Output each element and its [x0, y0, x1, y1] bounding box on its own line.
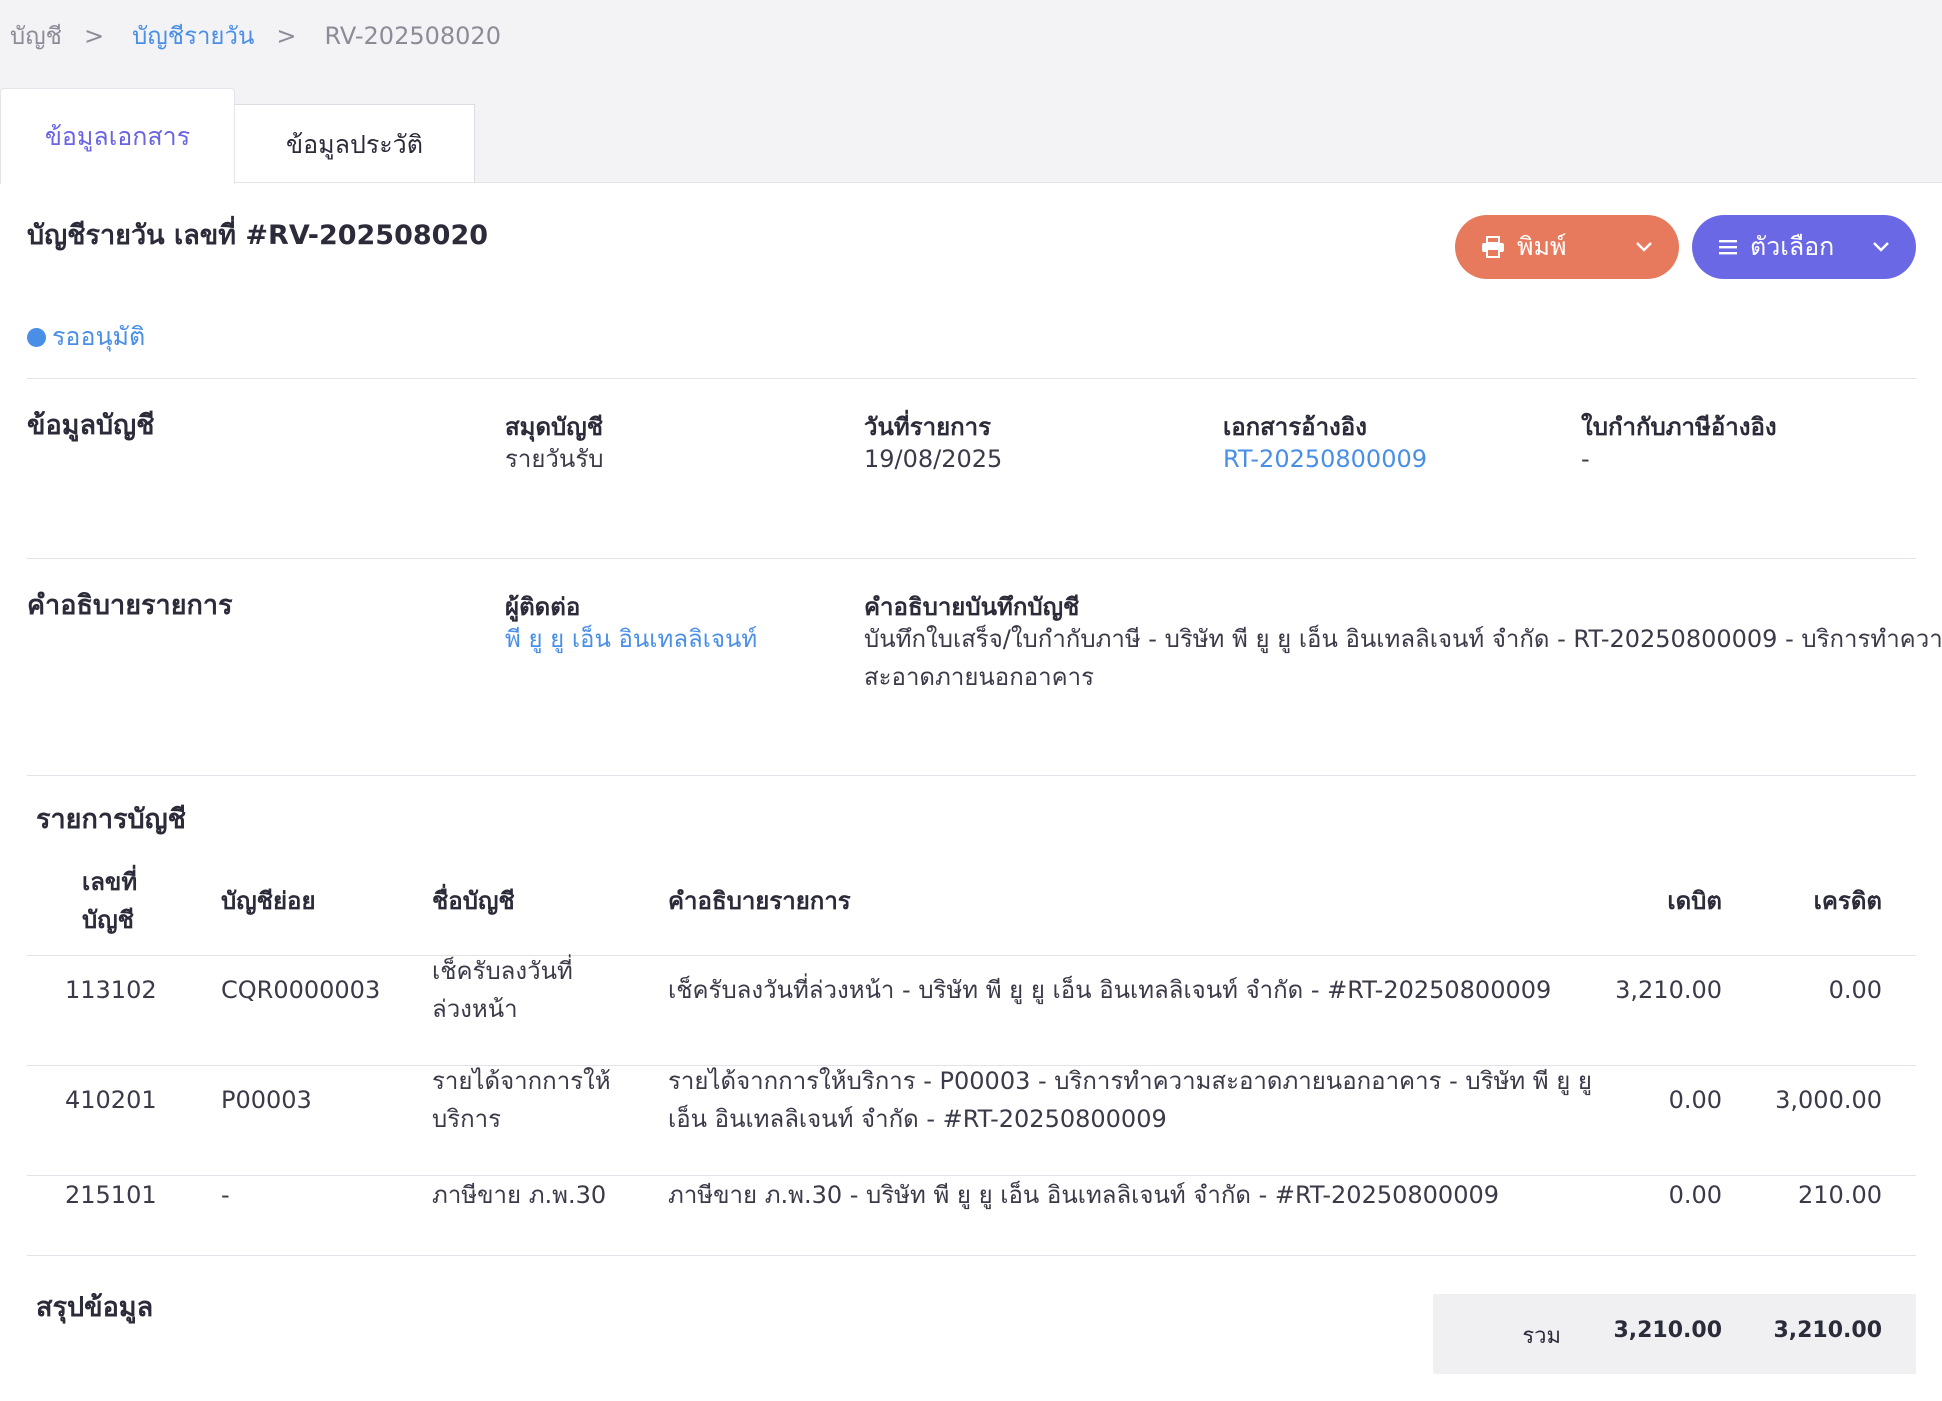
- total-credit: 3,210.00: [1773, 1318, 1882, 1343]
- summary-totals: รวม 3,210.00 3,210.00: [1433, 1294, 1916, 1374]
- breadcrumb-current: RV-202508020: [324, 21, 501, 50]
- breadcrumb: บัญชี > บัญชีรายวัน > RV-202508020: [10, 16, 501, 55]
- document-card: บัญชีรายวัน เลขที่ #RV-202508020 พิมพ์ ต…: [0, 182, 1942, 1401]
- credit-cell: 210.00: [1798, 1181, 1882, 1209]
- credit-cell: 0.00: [1828, 976, 1882, 1004]
- chevron-down-icon: [1873, 242, 1889, 252]
- divider: [27, 955, 1916, 956]
- status-text: รออนุมัติ: [52, 322, 146, 351]
- description-cell: รายได้จากการให้บริการ - P00003 - บริการท…: [668, 1067, 1592, 1095]
- journal-lines-title: รายการบัญชี: [36, 804, 186, 835]
- memo-line: บันทึกใบเสร็จ/ใบกำกับภาษี - บริษัท พี ยู…: [864, 625, 1942, 653]
- options-button[interactable]: ตัวเลือก: [1692, 215, 1916, 279]
- total-debit: 3,210.00: [1613, 1318, 1722, 1343]
- column-header-account-name: ชื่อบัญชี: [432, 887, 515, 915]
- memo-line: สะอาดภายนอกอาคาร: [864, 663, 1095, 691]
- debit-cell: 0.00: [1668, 1086, 1722, 1114]
- tax-invoice-ref-value: -: [1581, 445, 1590, 473]
- breadcrumb-journal-link[interactable]: บัญชีรายวัน: [132, 16, 254, 55]
- account-no-cell: 410201: [65, 1086, 157, 1114]
- account-no-cell: 215101: [65, 1181, 157, 1209]
- menu-icon: [1719, 240, 1737, 255]
- debit-cell: 0.00: [1668, 1181, 1722, 1209]
- page-title: บัญชีรายวัน เลขที่ #RV-202508020: [27, 220, 489, 251]
- sub-account-cell: CQR0000003: [221, 976, 381, 1004]
- column-header-account-no: เลขที่: [82, 868, 138, 896]
- description-cell: เช็ครับลงวันที่ล่วงหน้า - บริษัท พี ยู ย…: [668, 976, 1552, 1004]
- breadcrumb-separator: >: [83, 21, 105, 50]
- date-value: 19/08/2025: [864, 445, 1003, 473]
- options-button-label: ตัวเลือก: [1750, 232, 1835, 261]
- credit-cell: 3,000.00: [1775, 1086, 1882, 1114]
- column-header-debit: เดบิต: [1667, 887, 1722, 915]
- tax-invoice-ref-label: ใบกำกับภาษีอ้างอิง: [1581, 413, 1777, 441]
- tab-document-info[interactable]: ข้อมูลเอกสาร: [0, 88, 235, 184]
- column-header-credit: เครดิต: [1813, 887, 1882, 915]
- account-name-cell: เช็ครับลงวันที่: [432, 957, 573, 985]
- breadcrumb-root[interactable]: บัญชี: [10, 16, 62, 55]
- tab-history[interactable]: ข้อมูลประวัติ: [234, 104, 475, 184]
- sub-account-cell: -: [221, 1181, 230, 1209]
- print-button-label: พิมพ์: [1517, 232, 1567, 261]
- sub-account-cell: P00003: [221, 1086, 312, 1114]
- divider: [27, 775, 1916, 776]
- account-name-cell: รายได้จากการให้: [432, 1067, 611, 1095]
- printer-icon: [1482, 236, 1504, 258]
- divider: [27, 378, 1916, 379]
- journal-value: รายวันรับ: [505, 445, 604, 473]
- summary-title: สรุปข้อมูล: [36, 1292, 154, 1323]
- account-info-title: ข้อมูลบัญชี: [27, 410, 155, 441]
- chevron-down-icon: [1636, 242, 1652, 252]
- column-header-sub-account: บัญชีย่อย: [221, 887, 316, 915]
- description-cell: เอ็น อินเทลลิเจนท์ จำกัด - #RT-202508000…: [668, 1105, 1167, 1133]
- account-name-cell: ล่วงหน้า: [432, 995, 518, 1023]
- status-badge: รออนุมัติ: [27, 317, 145, 357]
- description-title: คำอธิบายรายการ: [27, 590, 233, 621]
- account-no-cell: 113102: [65, 976, 157, 1004]
- status-dot-icon: [27, 327, 46, 347]
- breadcrumb-separator: >: [276, 21, 297, 50]
- print-button[interactable]: พิมพ์: [1455, 215, 1679, 279]
- column-header-description: คำอธิบายรายการ: [668, 887, 851, 915]
- column-header-account-no: บัญชี: [82, 906, 134, 934]
- total-label: รวม: [1522, 1324, 1561, 1349]
- contact-link[interactable]: พี ยู ยู เอ็น อินเทลลิเจนท์: [505, 620, 757, 658]
- reference-doc-link[interactable]: RT-20250800009: [1223, 440, 1427, 478]
- account-name-cell: ภาษีขาย ภ.พ.30: [432, 1181, 607, 1209]
- account-name-cell: บริการ: [432, 1105, 502, 1133]
- divider: [27, 558, 1916, 559]
- description-cell: ภาษีขาย ภ.พ.30 - บริษัท พี ยู ยู เอ็น อิ…: [668, 1181, 1499, 1209]
- debit-cell: 3,210.00: [1615, 976, 1722, 1004]
- divider: [27, 1255, 1916, 1256]
